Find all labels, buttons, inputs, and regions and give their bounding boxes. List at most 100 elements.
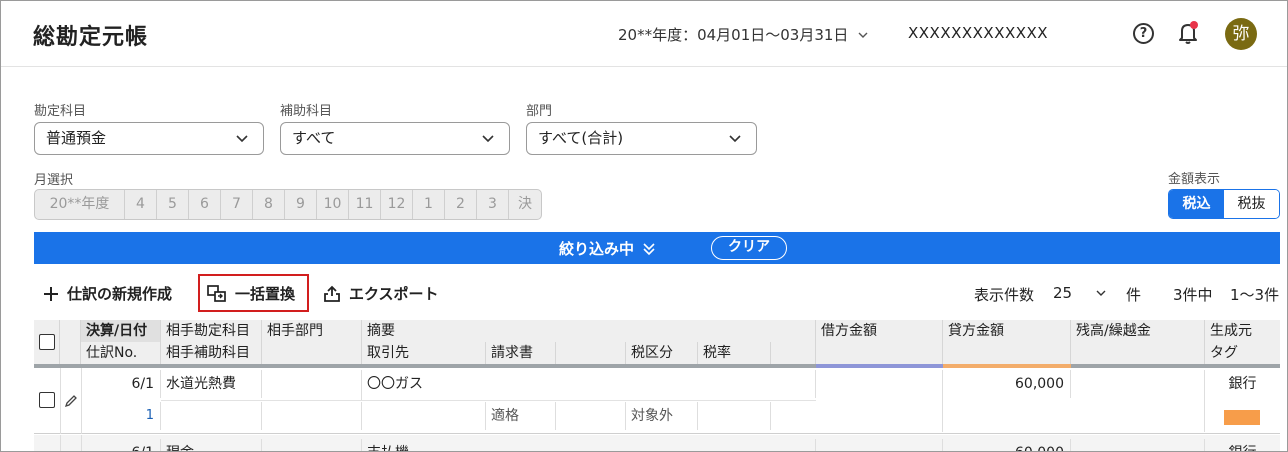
page-size-select[interactable]: 25 xyxy=(1053,284,1106,302)
page-size-unit: 件 xyxy=(1126,286,1142,304)
app-header: 総勘定元帳 20**年度：04月01日〜03月31日 XXXXXXXXXXXXX… xyxy=(1,1,1287,67)
row-date: 6/1 xyxy=(81,439,161,451)
column-header-credit-sub xyxy=(943,342,1071,364)
column-header-source: 生成元 xyxy=(1205,320,1280,342)
table-row[interactable]: 6/1 現金 支払機 60,000 銀行 xyxy=(34,435,1280,451)
row-invoice: 適格 xyxy=(486,402,556,430)
month-button-3[interactable]: 3 xyxy=(477,190,509,219)
sub-account-select[interactable]: すべて xyxy=(280,122,510,155)
page-title: 総勘定元帳 xyxy=(33,25,149,50)
row-blank2 xyxy=(556,402,626,430)
month-button-12[interactable]: 12 xyxy=(381,190,413,219)
row-divider xyxy=(161,400,816,401)
account-select-value: 普通預金 xyxy=(46,129,107,147)
column-header-tax-rate: 税率 xyxy=(698,342,771,364)
select-all-checkbox[interactable] xyxy=(39,334,55,350)
avatar[interactable]: 弥 xyxy=(1225,18,1257,50)
new-entry-label: 仕訳の新規作成 xyxy=(67,285,173,303)
month-button-1[interactable]: 1 xyxy=(413,190,445,219)
column-header-counter-sub: 相手補助科目 xyxy=(161,342,262,364)
chevron-down-icon xyxy=(482,135,494,143)
column-header-partner: 取引先 xyxy=(362,342,486,364)
month-button-7[interactable]: 7 xyxy=(221,190,253,219)
row-credit: 60,000 xyxy=(943,439,1071,451)
department-select[interactable]: すべて(合計) xyxy=(526,122,757,155)
column-header-counter-account: 相手勘定科目 xyxy=(161,320,262,342)
row-tax-rate xyxy=(698,402,771,430)
chevron-down-icon xyxy=(858,32,868,38)
sub-account-label: 補助科目 xyxy=(280,104,333,119)
tax-excluded-button[interactable]: 税抜 xyxy=(1224,190,1279,218)
month-button-4[interactable]: 4 xyxy=(125,190,157,219)
row-tag-color[interactable] xyxy=(1224,410,1260,425)
bulk-replace-button[interactable]: 一括置換 xyxy=(207,283,295,304)
month-button-10[interactable]: 10 xyxy=(317,190,349,219)
month-button-year[interactable]: 20**年度 xyxy=(35,190,125,219)
month-button-8[interactable]: 8 xyxy=(253,190,285,219)
row-blank xyxy=(262,402,362,430)
filter-status-text: 絞り込み中 xyxy=(559,240,635,258)
column-header-blank xyxy=(262,342,362,364)
result-count: 3件中 xyxy=(1173,286,1213,304)
column-header-tax-type: 税区分 xyxy=(626,342,698,364)
row-source: 銀行 xyxy=(1205,439,1280,451)
new-entry-button[interactable]: 仕訳の新規作成 xyxy=(43,283,172,304)
cell-divider xyxy=(60,368,61,434)
department-label: 部門 xyxy=(526,104,553,119)
filter-status-bar[interactable]: 絞り込み中 クリア xyxy=(34,232,1280,264)
column-header-debit: 借方金額 xyxy=(816,320,943,342)
bulk-replace-label: 一括置換 xyxy=(235,285,296,303)
bell-icon[interactable] xyxy=(1177,21,1199,45)
column-header-invoice: 請求書 xyxy=(486,342,556,364)
row-counter-dept xyxy=(262,439,362,451)
filter-status: 絞り込み中 xyxy=(559,238,656,259)
row-partner xyxy=(362,402,486,430)
row-tax-type: 対象外 xyxy=(626,402,698,430)
column-header-credit: 貸方金額 xyxy=(943,320,1071,342)
column-header-entry-no: 仕訳No. xyxy=(81,342,161,364)
month-button-9[interactable]: 9 xyxy=(285,190,317,219)
row-summary: 支払機 xyxy=(362,439,816,451)
row-date: 6/1 xyxy=(81,370,161,398)
clear-filter-button[interactable]: クリア xyxy=(711,236,787,260)
help-icon[interactable]: ? xyxy=(1133,23,1154,44)
column-header-date[interactable]: 決算/日付 xyxy=(81,320,161,342)
select-all-cell xyxy=(34,320,60,364)
row-balance xyxy=(1071,439,1205,451)
account-select[interactable]: 普通預金 xyxy=(34,122,264,155)
double-chevron-down-icon xyxy=(643,242,655,255)
export-button[interactable]: エクスポート xyxy=(323,283,439,304)
fiscal-period-selector[interactable]: 20**年度：04月01日〜03月31日 xyxy=(618,24,868,45)
month-button-2[interactable]: 2 xyxy=(445,190,477,219)
company-name[interactable]: XXXXXXXXXXXXX xyxy=(908,24,1048,42)
page-size-value: 25 xyxy=(1053,284,1073,302)
row-checkbox[interactable] xyxy=(39,392,55,408)
month-button-11[interactable]: 11 xyxy=(349,190,381,219)
month-selector: 20**年度 4 5 6 7 8 9 10 11 12 1 2 3 決 xyxy=(34,189,542,220)
amount-display-toggle: 税込 税抜 xyxy=(1168,189,1280,219)
tax-included-button[interactable]: 税込 xyxy=(1169,190,1224,218)
month-button-5[interactable]: 5 xyxy=(157,190,189,219)
month-button-6[interactable]: 6 xyxy=(189,190,221,219)
row-entry-no[interactable]: 1 xyxy=(81,402,161,430)
row-debit xyxy=(816,370,943,432)
table-row[interactable]: 6/1 1 水道光熱費 〇〇ガス 適格 対象外 60,000 銀行 xyxy=(34,368,1280,434)
general-ledger-screen: 総勘定元帳 20**年度：04月01日〜03月31日 XXXXXXXXXXXXX… xyxy=(0,0,1288,452)
export-icon xyxy=(324,285,340,302)
chevron-down-icon xyxy=(1096,290,1106,296)
chevron-down-icon xyxy=(236,135,248,143)
pencil-icon[interactable] xyxy=(64,394,78,408)
page-size-label: 表示件数 xyxy=(974,286,1035,304)
amount-display-label: 金額表示 xyxy=(1168,172,1221,187)
bulk-replace-icon xyxy=(207,284,226,302)
month-select-label: 月選択 xyxy=(34,173,74,188)
row-counter-sub xyxy=(161,402,262,430)
notification-dot xyxy=(1190,21,1198,29)
department-select-value: すべて(合計) xyxy=(538,129,624,147)
row-counter-account: 水道光熱費 xyxy=(161,370,262,398)
fiscal-period-text: 20**年度：04月01日〜03月31日 xyxy=(618,26,849,44)
month-button-closing[interactable]: 決 xyxy=(509,190,541,219)
result-range: 1〜3件 xyxy=(1230,286,1280,304)
column-header-tag: タグ xyxy=(1205,342,1280,364)
account-label: 勘定科目 xyxy=(34,104,87,119)
